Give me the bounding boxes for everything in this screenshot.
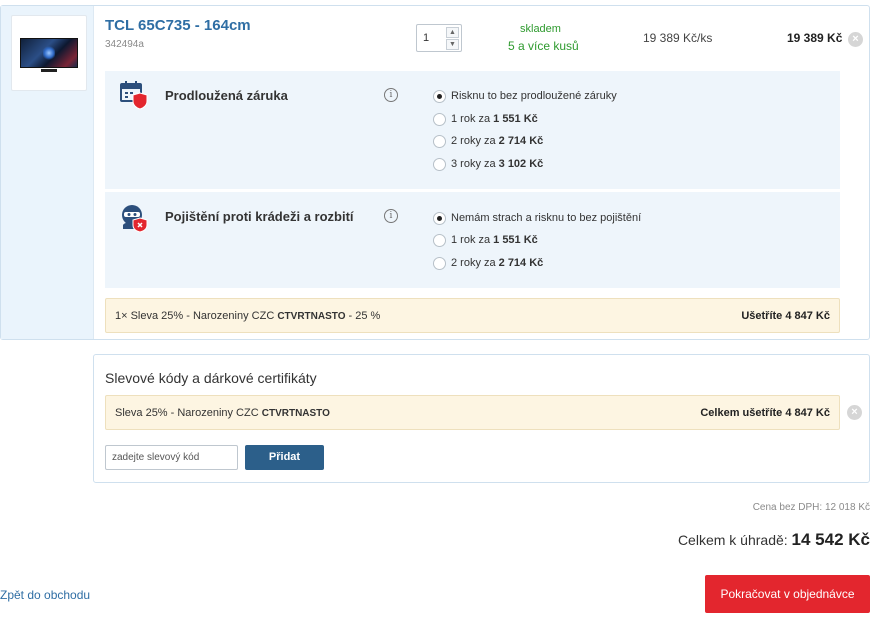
radio-button[interactable] <box>433 211 446 225</box>
quantity-stepper[interactable]: 1 ▲ ▼ <box>416 24 462 52</box>
continue-order-button[interactable]: Pokračovat v objednávce <box>705 575 870 613</box>
thumbnail-column <box>1 6 94 339</box>
warranty-option-1-year[interactable]: 1 rok za 1 551 Kč <box>433 111 538 127</box>
radio-button[interactable] <box>433 112 446 126</box>
insurance-panel: Pojištění proti krádeži a rozbití i Nemá… <box>105 192 840 288</box>
tv-picture <box>20 38 78 72</box>
discount-savings: Ušetříte 4 847 Kč <box>741 310 830 322</box>
info-icon[interactable]: i <box>384 209 398 223</box>
quantity-value[interactable]: 1 <box>423 32 429 44</box>
insurance-title: Pojištění proti krádeži a rozbití <box>165 209 354 224</box>
warranty-option-3-years[interactable]: 3 roky za 3 102 Kč <box>433 156 543 172</box>
info-icon[interactable]: i <box>384 88 398 102</box>
insurance-option-1-year[interactable]: 1 rok za 1 551 Kč <box>433 232 538 248</box>
thief-shield-icon <box>122 205 148 233</box>
remove-item-icon[interactable]: × <box>848 32 863 47</box>
option-price: 3 102 Kč <box>498 158 544 170</box>
quantity-increase-button[interactable]: ▲ <box>446 27 459 38</box>
option-label: 1 rok za <box>451 234 491 246</box>
product-code: 342494a <box>105 39 144 50</box>
item-discount-bar: 1× Sleva 25% - Narozeniny CZC CTVRTNASTO… <box>105 298 840 333</box>
warranty-title: Prodloužená záruka <box>165 88 288 103</box>
add-coupon-button[interactable]: Přidat <box>245 445 324 470</box>
coupon-title: Slevové kódy a dárkové certifikáty <box>105 370 317 386</box>
warranty-panel: Prodloužená záruka i Risknu to bez prodl… <box>105 71 840 189</box>
option-price: 2 714 Kč <box>498 257 544 269</box>
back-to-shop-link[interactable]: Zpět do obchodu <box>0 588 90 602</box>
option-label: 2 roky za <box>451 135 496 147</box>
option-label: Risknu to bez prodloužené záruky <box>451 90 617 102</box>
total-value: 14 542 Kč <box>791 530 870 549</box>
insurance-option-2-years[interactable]: 2 roky za 2 714 Kč <box>433 255 543 271</box>
discount-description: 1× Sleva 25% - Narozeniny CZC CTVRTNASTO… <box>115 310 380 322</box>
item-total-price: 19 389 Kč <box>787 31 843 45</box>
warranty-option-none[interactable]: Risknu to bez prodloužené záruky <box>433 88 617 104</box>
radio-button[interactable] <box>433 89 446 103</box>
grand-total: Celkem k úhradě: 14 542 Kč <box>678 530 870 550</box>
radio-button[interactable] <box>433 256 446 270</box>
net-price: Cena bez DPH: 12 018 Kč <box>752 502 870 513</box>
discount-code: CTVRTNASTO <box>277 311 346 322</box>
coupon-section: Slevové kódy a dárkové certifikáty Sleva… <box>93 354 870 483</box>
insurance-option-none[interactable]: Nemám strach a risknu to bez pojištění <box>433 210 641 226</box>
radio-button[interactable] <box>433 233 446 247</box>
applied-coupon: Sleva 25% - Narozeniny CZC CTVRTNASTO Ce… <box>105 395 840 430</box>
applied-coupon-description: Sleva 25% - Narozeniny CZC CTVRTNASTO <box>115 407 330 419</box>
radio-button[interactable] <box>433 157 446 171</box>
quantity-decrease-button[interactable]: ▼ <box>446 39 459 50</box>
coupon-prefix: Sleva 25% - Narozeniny CZC <box>115 407 259 419</box>
unit-price: 19 389 Kč/ks <box>643 31 713 45</box>
option-label: 1 rok za <box>451 113 491 125</box>
discount-prefix: 1× Sleva 25% - Narozeniny CZC <box>115 310 275 322</box>
coupon-code-input[interactable] <box>105 445 238 470</box>
remove-coupon-icon[interactable]: × <box>847 405 862 420</box>
calendar-shield-icon <box>120 81 148 110</box>
option-price: 1 551 Kč <box>493 234 538 246</box>
option-label: 3 roky za <box>451 158 496 170</box>
cart-item: TCL 65C735 - 164cm 342494a 1 ▲ ▼ skladem… <box>0 5 870 340</box>
product-image[interactable] <box>11 15 87 91</box>
discount-suffix: - 25 % <box>348 310 381 322</box>
warranty-option-2-years[interactable]: 2 roky za 2 714 Kč <box>433 133 543 149</box>
option-price: 1 551 Kč <box>493 113 538 125</box>
option-label: Nemám strach a risknu to bez pojištění <box>451 212 642 224</box>
option-price: 2 714 Kč <box>498 135 544 147</box>
stock-status: skladem <box>520 23 561 35</box>
coupon-savings: Celkem ušetříte 4 847 Kč <box>700 407 830 419</box>
product-title[interactable]: TCL 65C735 - 164cm <box>105 17 251 34</box>
option-label: 2 roky za <box>451 257 496 269</box>
stock-amount: 5 a více kusů <box>508 39 579 53</box>
coupon-code: CTVRTNASTO <box>261 408 330 419</box>
total-label: Celkem k úhradě: <box>677 532 788 548</box>
radio-button[interactable] <box>433 134 446 148</box>
